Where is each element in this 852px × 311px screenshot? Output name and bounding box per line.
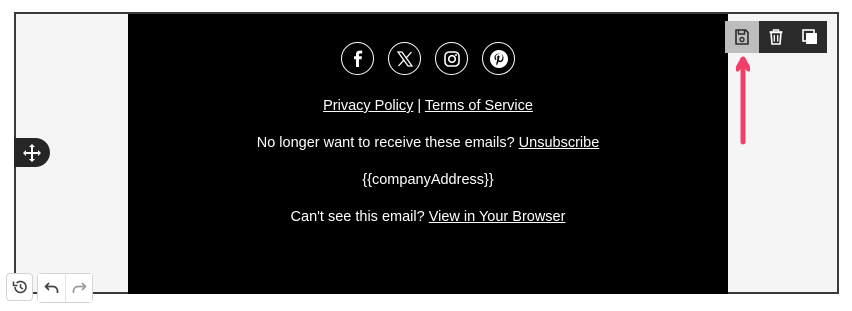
- terms-of-service-link[interactable]: Terms of Service: [425, 98, 533, 114]
- undo-icon: [44, 282, 58, 293]
- social-links-row: [128, 42, 728, 75]
- pointer-arrow-icon: [736, 56, 750, 145]
- save-icon: [735, 29, 749, 45]
- drag-handle[interactable]: [14, 138, 50, 167]
- undo-button[interactable]: [38, 274, 65, 302]
- history-icon: [12, 280, 27, 294]
- email-footer-block[interactable]: Privacy Policy | Terms of Service No lon…: [128, 14, 728, 294]
- x-icon[interactable]: [388, 42, 421, 75]
- duplicate-icon: [802, 29, 817, 44]
- facebook-icon[interactable]: [341, 42, 374, 75]
- privacy-policy-link[interactable]: Privacy Policy: [323, 98, 413, 114]
- delete-block-button[interactable]: [759, 21, 793, 53]
- view-in-browser-link[interactable]: View in Your Browser: [429, 209, 566, 225]
- unsubscribe-link[interactable]: Unsubscribe: [519, 135, 600, 151]
- link-separator: |: [413, 98, 425, 114]
- duplicate-block-button[interactable]: [793, 21, 827, 53]
- block-toolbar: [725, 21, 827, 53]
- unsubscribe-text: No longer want to receive these emails?: [256, 135, 519, 151]
- legal-links: Privacy Policy | Terms of Service: [128, 97, 728, 115]
- view-in-browser-line: Can't see this email? View in Your Brows…: [128, 208, 728, 226]
- save-block-button[interactable]: [725, 21, 759, 53]
- selected-block-frame[interactable]: Privacy Policy | Terms of Service No lon…: [14, 12, 839, 294]
- editor-stage: Privacy Policy | Terms of Service No lon…: [0, 0, 852, 311]
- unsubscribe-line: No longer want to receive these emails? …: [128, 134, 728, 152]
- undo-redo-group: [37, 273, 93, 303]
- redo-icon: [72, 282, 87, 293]
- company-address: {{companyAddress}}: [362, 172, 494, 188]
- instagram-icon[interactable]: [435, 42, 468, 75]
- view-in-browser-text: Can't see this email?: [290, 209, 429, 225]
- history-toolbar: [6, 273, 93, 303]
- move-icon: [23, 143, 41, 162]
- version-history-button[interactable]: [6, 273, 33, 301]
- pinterest-icon[interactable]: [482, 42, 515, 75]
- redo-button[interactable]: [65, 274, 92, 302]
- trash-icon: [769, 29, 783, 45]
